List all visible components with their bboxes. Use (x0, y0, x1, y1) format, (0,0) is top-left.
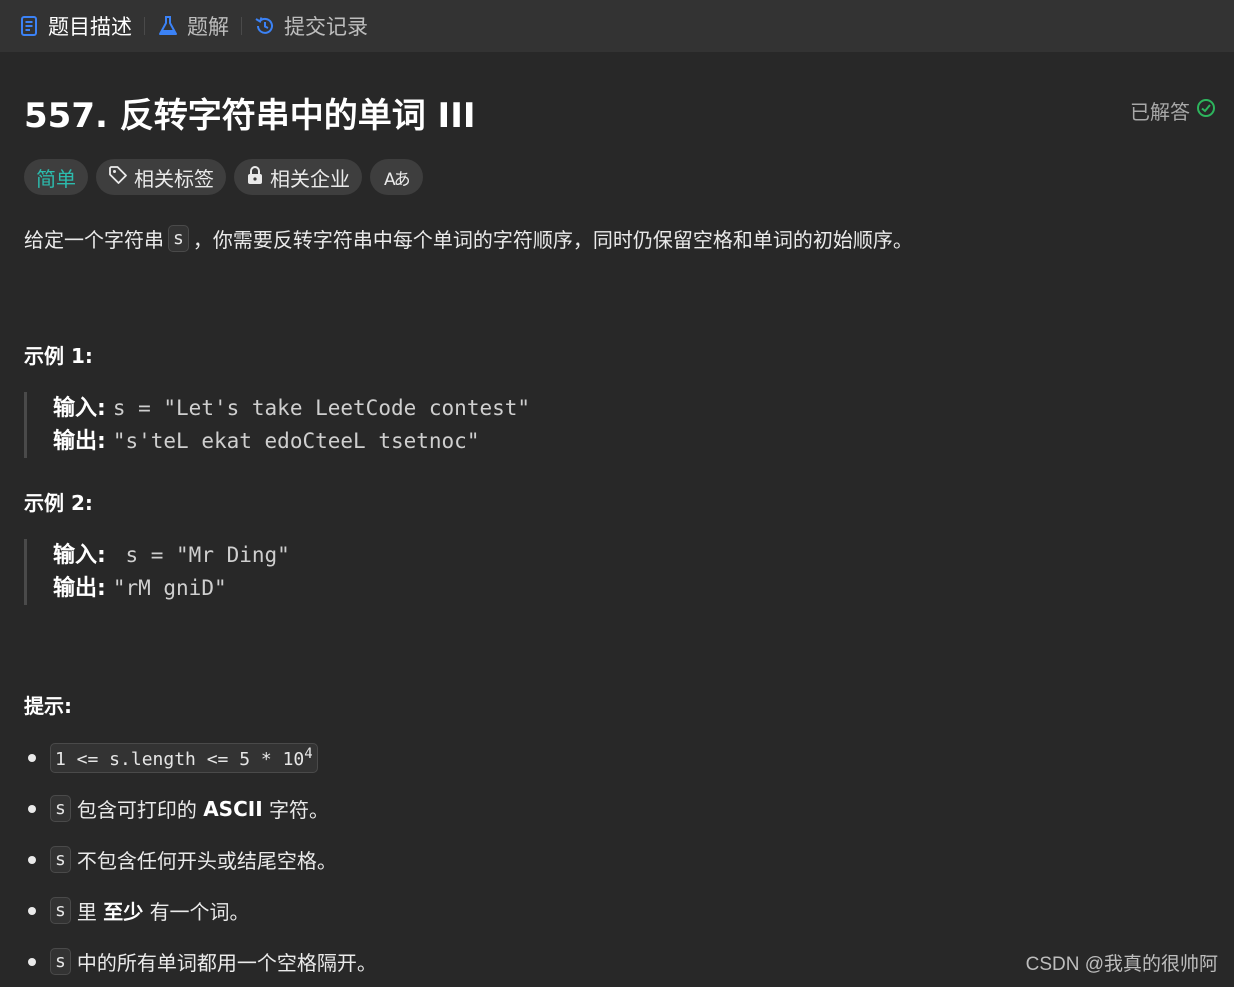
related-tags-label: 相关标签 (134, 163, 214, 192)
tab-divider (144, 17, 145, 35)
hint-bold: ASCII (203, 797, 262, 821)
tab-divider (241, 17, 242, 35)
example-2-heading: 示例 2: (24, 487, 93, 516)
translate-button[interactable]: Aあ (370, 159, 423, 195)
input-value: s = "Mr Ding" (113, 543, 290, 567)
inline-code: s (50, 948, 71, 975)
flask-icon (157, 15, 179, 37)
example-output-line: 输出: "s'teL ekat edoCteeL tsetnoc" (53, 425, 530, 458)
description-text: 给定一个字符串 (24, 224, 164, 253)
hints-list: 1 <= s.length <= 5 * 104 s 包含可打印的 ASCII … (24, 732, 377, 987)
inline-code: s (50, 795, 71, 822)
related-companies-label: 相关企业 (270, 163, 350, 192)
tab-label: 题目描述 (48, 11, 132, 41)
tab-submissions[interactable]: 提交记录 (254, 0, 368, 52)
inline-code: s (168, 225, 189, 252)
tab-label: 提交记录 (284, 11, 368, 41)
output-value: "s'teL ekat edoCteeL tsetnoc" (113, 429, 480, 453)
related-tags-button[interactable]: 相关标签 (96, 159, 226, 195)
solved-label: 已解答 (1130, 96, 1190, 125)
check-circle-icon (1190, 98, 1216, 123)
list-item: 1 <= s.length <= 5 * 104 (24, 732, 377, 783)
hint-text: 里 (77, 896, 97, 925)
tab-solutions[interactable]: 题解 (157, 0, 229, 52)
inline-code: 1 <= s.length <= 5 * 104 (50, 743, 318, 773)
list-item: s 中的所有单词都用一个空格隔开。 (24, 936, 377, 987)
inline-code: s (50, 846, 71, 873)
description-text: ，你需要反转字符串中每个单词的字符顺序，同时仍保留空格和单词的初始顺序。 (193, 224, 913, 253)
list-item: s 里 至少 有一个词。 (24, 885, 377, 936)
tab-description[interactable]: 题目描述 (18, 0, 132, 52)
tag-icon (108, 165, 134, 190)
example-input-line: 输入: s = "Mr Ding" (53, 539, 290, 572)
hint-text: 包含可打印的 (77, 794, 197, 823)
example-2-block: 输入: s = "Mr Ding" 输出: "rM gniD" (24, 539, 290, 605)
difficulty-badge[interactable]: 简单 (24, 159, 88, 195)
history-icon (254, 15, 276, 37)
list-item: s 包含可打印的 ASCII 字符。 (24, 783, 377, 834)
hint-text: 字符。 (269, 794, 329, 823)
hints-heading: 提示: (24, 690, 72, 719)
problem-title: 557. 反转字符串中的单词 III (24, 88, 476, 137)
document-icon (18, 15, 40, 37)
input-value: s = "Let's take LeetCode contest" (113, 396, 530, 420)
exponent: 4 (304, 746, 312, 762)
example-input-line: 输入: s = "Let's take LeetCode contest" (53, 392, 530, 425)
example-output-line: 输出: "rM gniD" (53, 572, 290, 605)
output-label: 输出: (53, 576, 106, 601)
tab-bar: 题目描述 题解 提交记录 (0, 0, 1234, 52)
tab-label: 题解 (187, 11, 229, 41)
inline-code: s (50, 897, 71, 924)
hint-text: 中的所有单词都用一个空格隔开。 (77, 947, 377, 976)
tag-row: 简单 相关标签 相关企业 Aあ (24, 159, 423, 195)
solved-status: 已解答 (1130, 96, 1216, 125)
output-value: "rM gniD" (113, 576, 227, 600)
hint-text: 有一个词。 (150, 896, 250, 925)
example-1-block: 输入: s = "Let's take LeetCode contest" 输出… (24, 392, 530, 458)
hint-text: 不包含任何开头或结尾空格。 (77, 845, 337, 874)
list-item: s 不包含任何开头或结尾空格。 (24, 834, 377, 885)
problem-content: 557. 反转字符串中的单词 III 已解答 简单 相关标签 相关企业 Aあ 给… (24, 52, 1216, 986)
hint-bold: 至少 (103, 896, 143, 925)
problem-description: 给定一个字符串 s ，你需要反转字符串中每个单词的字符顺序，同时仍保留空格和单词… (24, 224, 913, 253)
watermark: CSDN @我真的很帅阿 (1026, 949, 1218, 976)
input-label: 输入: (53, 396, 106, 421)
related-companies-button[interactable]: 相关企业 (234, 159, 362, 195)
lock-icon (246, 165, 270, 190)
input-label: 输入: (53, 543, 106, 568)
translate-icon: Aあ (384, 165, 409, 190)
example-1-heading: 示例 1: (24, 340, 93, 369)
output-label: 输出: (53, 429, 106, 454)
